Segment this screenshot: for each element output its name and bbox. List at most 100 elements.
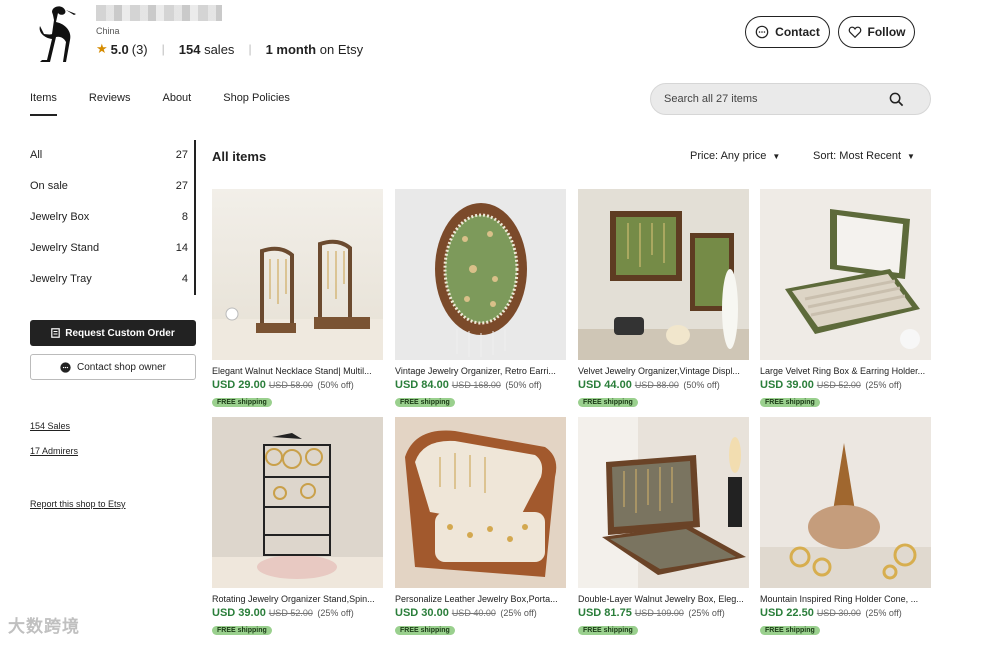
original-price: USD 40.00 bbox=[451, 608, 496, 618]
product-card[interactable]: Velvet Jewelry Organizer,Vintage Displ..… bbox=[578, 189, 749, 409]
category-count: 8 bbox=[181, 211, 188, 223]
category-all[interactable]: All 27 bbox=[30, 140, 196, 171]
original-price: USD 52.00 bbox=[268, 608, 313, 618]
price-line: USD 84.00 USD 168.00 (50% off) bbox=[395, 379, 566, 391]
product-title[interactable]: Large Velvet Ring Box & Earring Holder..… bbox=[760, 366, 931, 376]
sale-price: USD 84.00 bbox=[395, 379, 449, 391]
discount: (50% off) bbox=[683, 380, 720, 390]
free-shipping-badge: FREE shipping bbox=[395, 398, 455, 407]
follow-button-label: Follow bbox=[867, 25, 906, 39]
contact-button-label: Contact bbox=[775, 25, 820, 39]
discount: (25% off) bbox=[688, 608, 725, 618]
discount: (50% off) bbox=[317, 380, 354, 390]
caret-down-icon: ▼ bbox=[907, 151, 915, 161]
tenure-value: 1 month bbox=[265, 41, 317, 57]
sale-price: USD 44.00 bbox=[578, 379, 632, 391]
price-line: USD 44.00 USD 88.00 (50% off) bbox=[578, 379, 749, 391]
search-placeholder: Search all 27 items bbox=[664, 93, 758, 105]
product-title[interactable]: Rotating Jewelry Organizer Stand,Spin... bbox=[212, 594, 383, 604]
product-title[interactable]: Velvet Jewelry Organizer,Vintage Displ..… bbox=[578, 366, 749, 376]
free-shipping-badge: FREE shipping bbox=[212, 626, 272, 635]
tab-about[interactable]: About bbox=[162, 92, 191, 116]
chat-bubble-icon bbox=[755, 25, 769, 39]
divider: | bbox=[248, 42, 252, 56]
price-line: USD 29.00 USD 58.00 (50% off) bbox=[212, 379, 383, 391]
category-label: Jewelry Box bbox=[30, 211, 90, 223]
product-card[interactable]: Double-Layer Walnut Jewelry Box, Eleg...… bbox=[578, 417, 749, 637]
free-shipping-badge: FREE shipping bbox=[760, 626, 820, 635]
tenure-label: on Etsy bbox=[319, 41, 364, 57]
original-price: USD 168.00 bbox=[451, 380, 501, 390]
category-jewelry-box[interactable]: Jewelry Box 8 bbox=[30, 202, 196, 233]
product-card[interactable]: Large Velvet Ring Box & Earring Holder..… bbox=[760, 189, 931, 409]
shop-name-redacted bbox=[96, 5, 222, 21]
product-image[interactable] bbox=[578, 417, 749, 588]
request-custom-order-button[interactable]: Request Custom Order bbox=[30, 320, 196, 346]
price-filter-dropdown[interactable]: Price: Any price ▼ bbox=[690, 150, 780, 162]
product-image[interactable] bbox=[395, 417, 566, 588]
sales-label: sales bbox=[204, 41, 235, 57]
contact-shop-owner-label: Contact shop owner bbox=[77, 361, 166, 373]
category-divider bbox=[194, 140, 196, 295]
discount: (25% off) bbox=[500, 608, 537, 618]
report-shop-link[interactable]: Report this shop to Etsy bbox=[30, 499, 126, 509]
sort-dropdown[interactable]: Sort: Most Recent ▼ bbox=[813, 150, 915, 162]
category-jewelry-stand[interactable]: Jewelry Stand 14 bbox=[30, 233, 196, 264]
tab-reviews[interactable]: Reviews bbox=[89, 92, 131, 116]
tab-shop-policies[interactable]: Shop Policies bbox=[223, 92, 290, 116]
shop-logo bbox=[39, 6, 76, 62]
product-title[interactable]: Personalize Leather Jewelry Box,Porta... bbox=[395, 594, 566, 604]
free-shipping-badge: FREE shipping bbox=[578, 398, 638, 407]
admirers-link[interactable]: 17 Admirers bbox=[30, 446, 78, 456]
category-list: All 27 On sale 27 Jewelry Box 8 Jewelry Sta… bbox=[30, 140, 196, 295]
request-custom-order-label: Request Custom Order bbox=[65, 327, 175, 339]
price-line: USD 22.50 USD 30.00 (25% off) bbox=[760, 607, 931, 619]
document-icon bbox=[51, 328, 61, 338]
sale-price: USD 22.50 bbox=[760, 607, 814, 619]
original-price: USD 109.00 bbox=[634, 608, 684, 618]
product-image[interactable] bbox=[212, 189, 383, 360]
caret-down-icon: ▼ bbox=[772, 151, 781, 161]
product-image[interactable] bbox=[212, 417, 383, 588]
product-title[interactable]: Elegant Walnut Necklace Stand| Multil... bbox=[212, 366, 383, 376]
search-input[interactable]: Search all 27 items bbox=[650, 83, 931, 115]
category-count: 27 bbox=[175, 149, 188, 161]
divider: | bbox=[161, 42, 165, 56]
sale-price: USD 39.00 bbox=[760, 379, 814, 391]
shop-rating: 5.0 bbox=[110, 41, 129, 57]
category-label: Jewelry Stand bbox=[30, 242, 100, 254]
original-price: USD 58.00 bbox=[268, 380, 313, 390]
product-card[interactable]: Elegant Walnut Necklace Stand| Multil...… bbox=[212, 189, 383, 409]
product-image[interactable] bbox=[395, 189, 566, 360]
product-card[interactable]: Personalize Leather Jewelry Box,Porta...… bbox=[395, 417, 566, 637]
sales-link[interactable]: 154 Sales bbox=[30, 421, 70, 431]
product-title[interactable]: Double-Layer Walnut Jewelry Box, Eleg... bbox=[578, 594, 749, 604]
category-count: 4 bbox=[181, 273, 188, 285]
shop-tabs: Items Reviews About Shop Policies bbox=[30, 92, 322, 116]
shop-stats: ★ 5.0 (3) | 154 sales | 1 month on Etsy bbox=[96, 41, 363, 57]
category-jewelry-tray[interactable]: Jewelry Tray 4 bbox=[30, 264, 196, 295]
price-line: USD 39.00 USD 52.00 (25% off) bbox=[212, 607, 383, 619]
discount: (25% off) bbox=[317, 608, 354, 618]
sale-price: USD 81.75 bbox=[578, 607, 632, 619]
original-price: USD 88.00 bbox=[634, 380, 679, 390]
product-image[interactable] bbox=[578, 189, 749, 360]
product-card[interactable]: Vintage Jewelry Organizer, Retro Earri..… bbox=[395, 189, 566, 409]
search-icon[interactable] bbox=[889, 92, 904, 107]
review-count[interactable]: (3) bbox=[132, 42, 148, 57]
product-card[interactable]: Rotating Jewelry Organizer Stand,Spin...… bbox=[212, 417, 383, 637]
product-image[interactable] bbox=[760, 189, 931, 360]
category-label: Jewelry Tray bbox=[30, 273, 92, 285]
product-card[interactable]: Mountain Inspired Ring Holder Cone, ... … bbox=[760, 417, 931, 637]
product-title[interactable]: Vintage Jewelry Organizer, Retro Earri..… bbox=[395, 366, 566, 376]
discount: (25% off) bbox=[865, 380, 902, 390]
contact-shop-owner-button[interactable]: Contact shop owner bbox=[30, 354, 196, 380]
product-image[interactable] bbox=[760, 417, 931, 588]
tab-items[interactable]: Items bbox=[30, 92, 57, 116]
contact-button[interactable]: Contact bbox=[745, 16, 830, 48]
product-title[interactable]: Mountain Inspired Ring Holder Cone, ... bbox=[760, 594, 931, 604]
sales-count: 154 bbox=[178, 41, 201, 57]
category-on-sale[interactable]: On sale 27 bbox=[30, 171, 196, 202]
sale-price: USD 29.00 bbox=[212, 379, 266, 391]
follow-button[interactable]: Follow bbox=[838, 16, 915, 48]
